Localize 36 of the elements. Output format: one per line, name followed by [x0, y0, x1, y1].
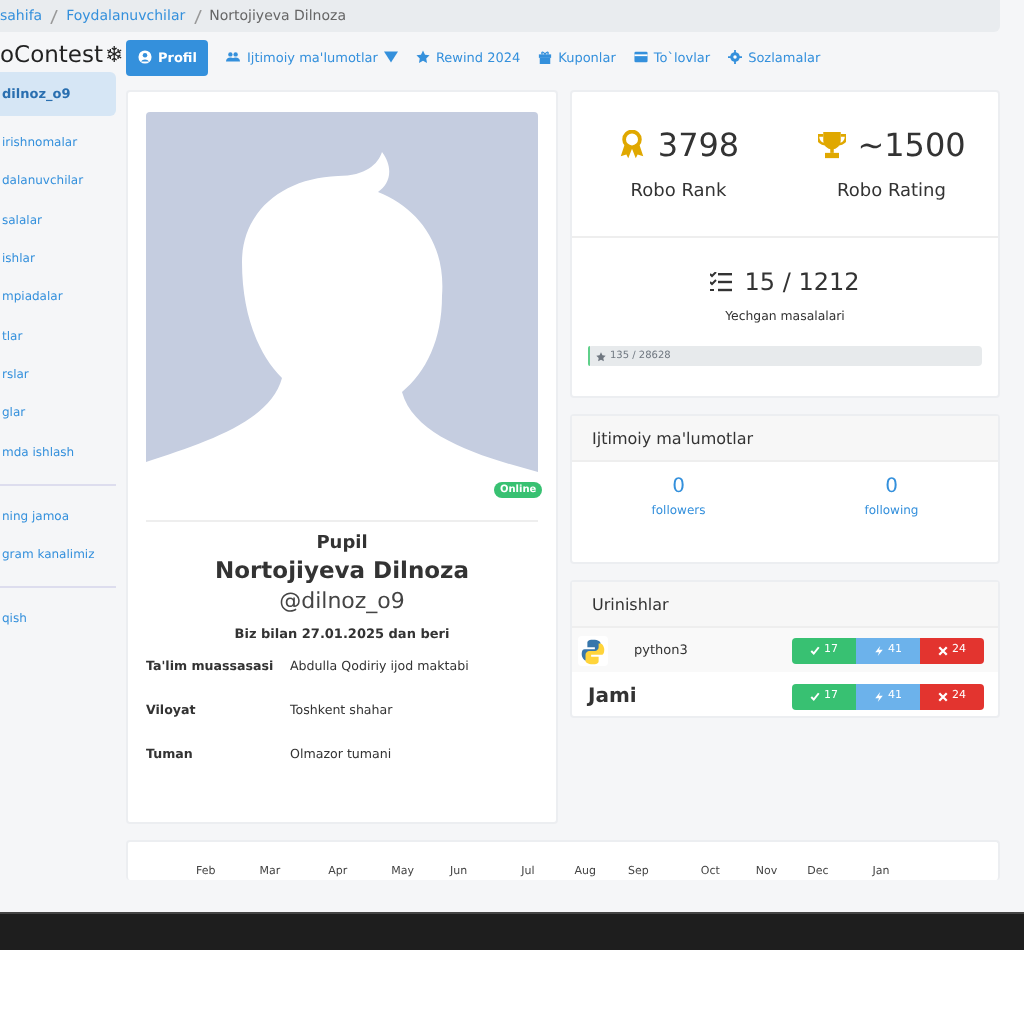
follow-count[interactable]: 0 — [885, 476, 898, 498]
users-icon — [226, 50, 241, 64]
user-circle-icon — [138, 50, 152, 64]
avatar-silhouette-icon — [146, 112, 538, 502]
user-fullname: Nortojiyeva Dilnoza — [214, 556, 469, 584]
lightning-icon — [874, 691, 884, 701]
cross-icon — [938, 691, 948, 701]
check-icon — [810, 691, 820, 701]
medal-icon — [617, 130, 646, 160]
python-logo-icon — [578, 635, 608, 665]
robo-rank-value: 3798 — [657, 126, 740, 164]
card-header: Urinishlar — [572, 582, 998, 628]
slash-icon — [50, 9, 59, 23]
robo-rank-label: Robo Rank — [630, 182, 727, 202]
gift-icon — [538, 50, 553, 64]
check-icon — [810, 645, 820, 655]
username: @dilnoz_o9 — [279, 588, 405, 614]
cross-icon — [938, 645, 948, 655]
robo-rating-value: ~1500 — [857, 126, 966, 164]
caret-icon — [383, 50, 398, 64]
solved-count: 15 / 1212 — [744, 268, 860, 296]
user-role: Pupil — [316, 534, 368, 554]
task-list-icon — [710, 272, 733, 292]
card-header: Ijtimoiy ma'lumotlar — [572, 416, 998, 462]
slash-icon — [193, 9, 202, 23]
settings-icon — [728, 50, 743, 64]
credit-card-icon — [633, 50, 648, 64]
star-icon — [596, 351, 606, 361]
follow-count[interactable]: 0 — [672, 476, 685, 498]
brand-name: oContest — [0, 40, 103, 68]
trophy-icon — [817, 130, 846, 160]
robo-rating-label: Robo Rating — [837, 182, 946, 202]
snowflake-icon: ❄ — [104, 41, 124, 67]
total-label: Jami — [585, 685, 639, 707]
lightning-icon — [874, 645, 884, 655]
star-icon — [415, 50, 430, 64]
